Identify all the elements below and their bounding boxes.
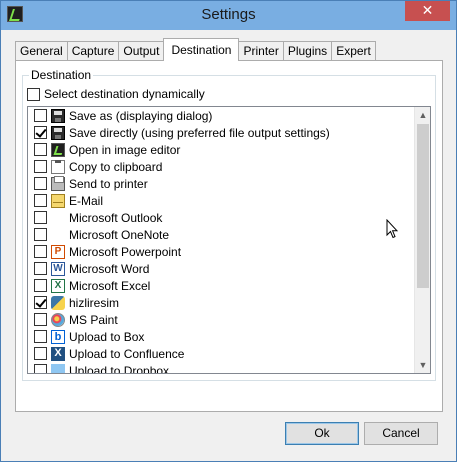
destination-item-checkbox[interactable] (34, 296, 47, 309)
printer-icon (51, 175, 65, 191)
destination-item-label: Copy to clipboard (69, 159, 163, 174)
destination-list-item[interactable]: X Microsoft Excel (28, 277, 417, 294)
destination-list-item[interactable]: MS Paint (28, 311, 417, 328)
destination-list-item[interactable]: hizliresim (28, 294, 417, 311)
select-dynamically-checkbox[interactable] (27, 87, 40, 101)
destination-item-label: Upload to Confluence (69, 346, 185, 361)
clipboard-icon (51, 159, 65, 174)
destination-list-item[interactable]: Microsoft Outlook (28, 209, 417, 226)
destination-groupbox: Destination Select destination dynamical… (22, 68, 436, 381)
tab-plugins[interactable]: Plugins (282, 41, 333, 61)
mail-icon (51, 193, 65, 208)
destination-list-item[interactable]: Copy to clipboard (28, 158, 417, 175)
destination-item-checkbox[interactable] (34, 211, 47, 224)
vertical-scrollbar[interactable]: ▲ ▼ (414, 107, 430, 373)
save-icon (51, 125, 65, 140)
save-icon (51, 108, 65, 123)
destination-list-item[interactable]: b Upload to Box (28, 328, 417, 345)
destination-item-label: Send to printer (69, 176, 148, 191)
destination-item-checkbox[interactable] (34, 245, 47, 258)
destination-item-label: E-Mail (69, 193, 104, 208)
close-button[interactable]: ✕ (405, 1, 450, 21)
scroll-thumb[interactable] (417, 124, 429, 288)
confluence-icon: X (51, 346, 65, 361)
destination-item-checkbox[interactable] (34, 228, 47, 241)
destination-item-label: Save directly (using preferred file outp… (69, 125, 330, 140)
settings-window: Settings ✕ General Capture Output Destin… (0, 0, 457, 462)
destination-item-checkbox[interactable] (34, 126, 47, 139)
destination-item-checkbox[interactable] (34, 143, 47, 156)
destination-item-label: Microsoft Powerpoint (69, 244, 182, 259)
destination-list-item[interactable]: X Upload to Confluence (28, 345, 417, 362)
destination-list-item[interactable]: Upload to Dropbox (28, 362, 417, 374)
destination-item-checkbox[interactable] (34, 177, 47, 190)
destination-item-checkbox[interactable] (34, 262, 47, 275)
box-icon: b (51, 329, 65, 344)
destination-item-checkbox[interactable] (34, 109, 47, 122)
word-icon: W (51, 261, 65, 276)
tab-strip: General Capture Output Destination Print… (15, 38, 376, 61)
tab-capture[interactable]: Capture (66, 41, 120, 61)
destination-item-checkbox[interactable] (34, 194, 47, 207)
image-editor-icon (51, 142, 65, 157)
scroll-down-arrow-icon[interactable]: ▼ (415, 357, 430, 373)
tab-output[interactable]: Output (118, 41, 165, 61)
blank-icon (51, 211, 65, 225)
destination-list-item[interactable]: P Microsoft Powerpoint (28, 243, 417, 260)
destination-group-label: Destination (29, 68, 94, 82)
paint-icon (51, 312, 65, 327)
python-icon (51, 295, 65, 310)
tab-expert[interactable]: Expert (331, 41, 376, 61)
destination-list-items: Save as (displaying dialog) Save directly… (28, 107, 417, 374)
destination-tab-panel: Destination Select destination dynamical… (15, 60, 443, 412)
destination-item-label: MS Paint (69, 312, 118, 327)
destination-item-checkbox[interactable] (34, 313, 47, 326)
destination-item-label: Upload to Box (69, 329, 145, 344)
mouse-cursor-icon (386, 219, 398, 239)
select-dynamically-label[interactable]: Select destination dynamically (44, 87, 205, 101)
destination-item-label: hizliresim (69, 295, 120, 310)
destination-list-item[interactable]: Open in image editor (28, 141, 417, 158)
destination-item-checkbox[interactable] (34, 160, 47, 173)
title-bar[interactable]: Settings ✕ (1, 1, 456, 30)
ok-button[interactable]: Ok (285, 422, 359, 445)
destination-item-label: Open in image editor (69, 142, 181, 157)
excel-icon: X (51, 278, 65, 293)
dropbox-icon (51, 363, 65, 373)
destination-item-label: Microsoft Excel (69, 278, 151, 293)
tab-printer[interactable]: Printer (238, 41, 284, 61)
destination-item-checkbox[interactable] (34, 279, 47, 292)
destination-item-label: Microsoft Outlook (69, 210, 163, 225)
powerpoint-icon: P (51, 244, 65, 259)
destination-item-checkbox[interactable] (34, 364, 47, 373)
destination-item-checkbox[interactable] (34, 330, 47, 343)
destination-list-item[interactable]: Send to printer (28, 175, 417, 192)
destination-item-checkbox[interactable] (34, 347, 47, 360)
destination-list-item[interactable]: Save as (displaying dialog) (28, 107, 417, 124)
scroll-up-arrow-icon[interactable]: ▲ (415, 107, 430, 123)
cancel-button[interactable]: Cancel (364, 422, 438, 445)
tab-general[interactable]: General (15, 41, 68, 61)
destination-item-label: Save as (displaying dialog) (69, 108, 213, 123)
destination-list-item[interactable]: Save directly (using preferred file outp… (28, 124, 417, 141)
tab-destination[interactable]: Destination (163, 38, 240, 61)
blank-icon (51, 228, 65, 242)
destination-item-label: Upload to Dropbox (69, 363, 170, 374)
destination-list-item[interactable]: Microsoft OneNote (28, 226, 417, 243)
select-dynamically-row[interactable]: Select destination dynamically (27, 86, 205, 102)
destination-list-item[interactable]: W Microsoft Word (28, 260, 417, 277)
destination-list[interactable]: Save as (displaying dialog) Save directly… (27, 106, 431, 374)
destination-item-label: Microsoft Word (69, 261, 150, 276)
destination-item-label: Microsoft OneNote (69, 227, 170, 242)
destination-list-item[interactable]: E-Mail (28, 192, 417, 209)
window-title: Settings (201, 6, 256, 23)
